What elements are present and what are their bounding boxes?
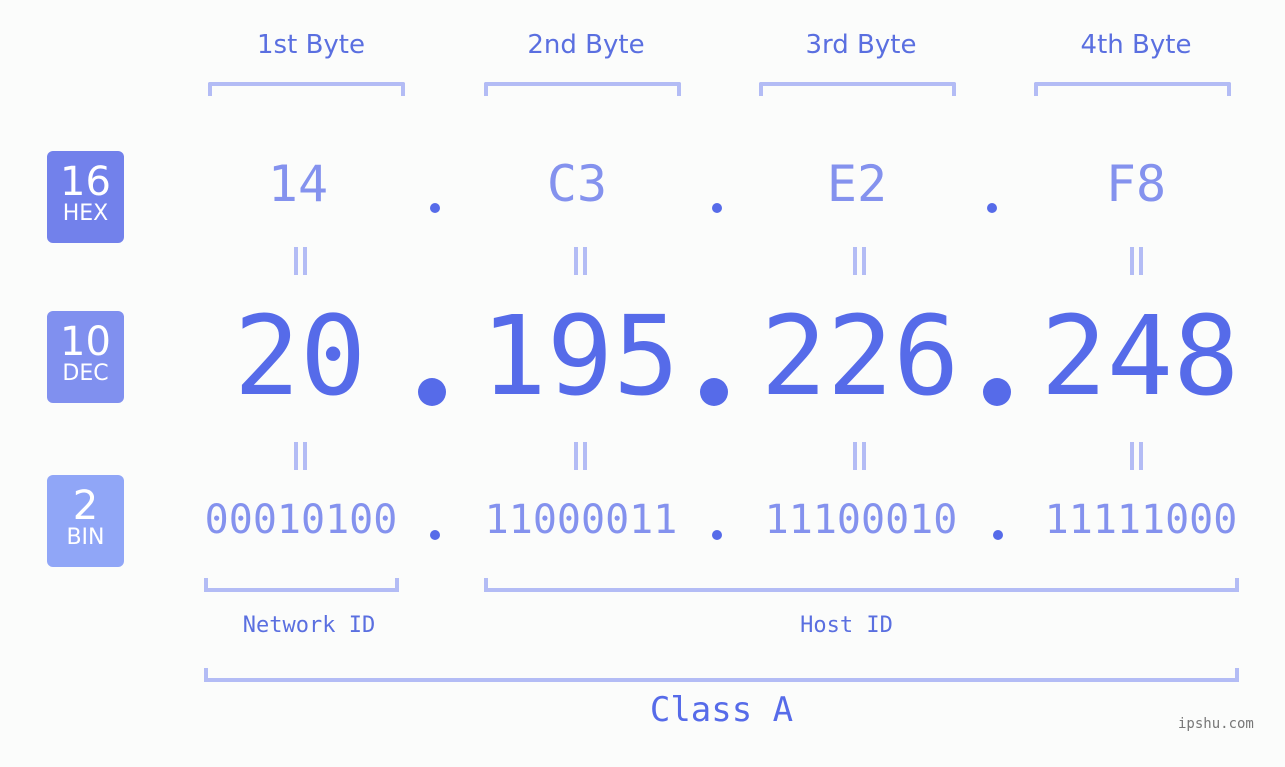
dec-badge-label: DEC [62, 361, 109, 386]
bin-separator-dot [993, 530, 1003, 540]
dec-badge-number: 10 [60, 319, 111, 365]
equals-icon [292, 442, 308, 470]
bin-byte-2: 11000011 [484, 497, 678, 543]
hex-separator-dot [430, 203, 440, 213]
bin-badge-number: 2 [72, 483, 99, 529]
hex-separator-dot [987, 203, 997, 213]
network-id-bracket [204, 578, 399, 592]
bin-separator-dot [430, 530, 440, 540]
hex-badge-label: HEX [62, 201, 109, 226]
byte-bracket-2 [484, 82, 681, 96]
dec-badge: 10 DEC [47, 311, 124, 403]
bin-byte-3: 11100010 [764, 497, 958, 543]
watermark: ipshu.com [1178, 716, 1254, 732]
hex-byte-3: E2 [826, 155, 888, 213]
dec-separator-dot [983, 378, 1011, 406]
dec-byte-2: 195 [480, 292, 680, 420]
dec-byte-3: 226 [760, 292, 960, 420]
equals-icon [292, 247, 308, 275]
bin-badge-label: BIN [66, 525, 105, 550]
hex-byte-2: C3 [546, 155, 608, 213]
equals-icon [851, 247, 867, 275]
host-id-bracket [484, 578, 1239, 592]
hex-byte-1: 14 [267, 155, 329, 213]
bin-separator-dot [712, 530, 722, 540]
hex-badge: 16 HEX [47, 151, 124, 243]
dec-separator-dot [418, 378, 446, 406]
dec-byte-4: 248 [1040, 292, 1240, 420]
byte-header-2: 2nd Byte [527, 30, 645, 60]
host-id-label: Host ID [800, 613, 893, 638]
equals-icon [572, 247, 588, 275]
byte-bracket-3 [759, 82, 956, 96]
equals-icon [851, 442, 867, 470]
byte-header-1: 1st Byte [257, 30, 365, 60]
equals-icon [572, 442, 588, 470]
hex-badge-number: 16 [60, 159, 111, 205]
dec-separator-dot [700, 378, 728, 406]
hex-separator-dot [712, 203, 722, 213]
equals-icon [1128, 247, 1144, 275]
bin-byte-4: 11111000 [1044, 497, 1238, 543]
byte-header-3: 3rd Byte [805, 30, 917, 60]
equals-icon [1128, 442, 1144, 470]
byte-bracket-1 [208, 82, 405, 96]
hex-byte-4: F8 [1105, 155, 1167, 213]
dec-byte-1: 20 [233, 292, 367, 420]
byte-bracket-4 [1034, 82, 1231, 96]
class-bracket [204, 668, 1239, 682]
class-label: Class A [649, 690, 794, 730]
byte-header-4: 4th Byte [1080, 30, 1192, 60]
bin-badge: 2 BIN [47, 475, 124, 567]
network-id-label: Network ID [242, 613, 376, 638]
bin-byte-1: 00010100 [204, 497, 398, 543]
